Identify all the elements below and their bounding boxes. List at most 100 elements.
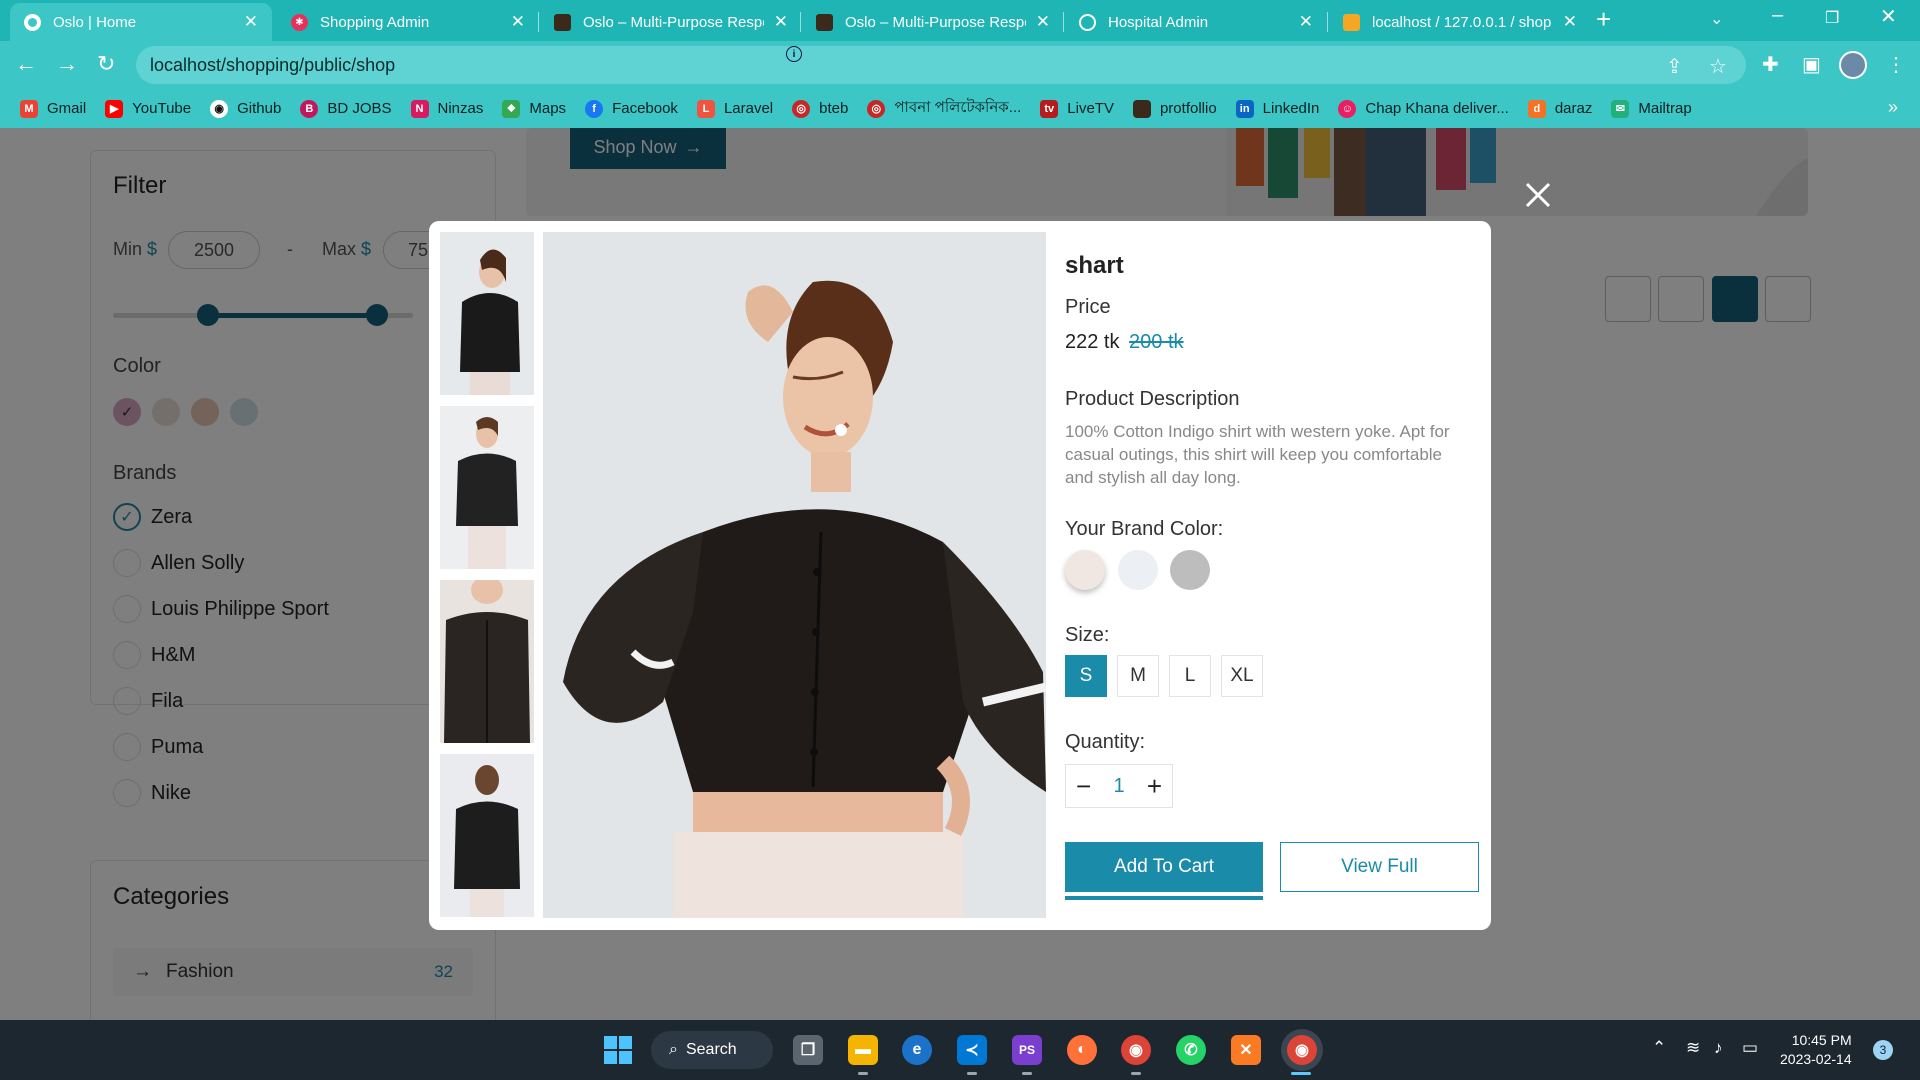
product-thumbnail-2[interactable] [440,406,534,569]
clock-time: 10:45 PM [1791,1032,1852,1048]
app-running-indicator [858,1072,868,1075]
bookmark-label: Chap Khana deliver... [1365,100,1509,117]
new-tab-plus-icon[interactable]: + [1596,4,1611,35]
quantity-value[interactable]: 1 [1113,775,1124,798]
size-option-s[interactable]: S [1065,655,1107,697]
close-icon[interactable] [1523,180,1553,210]
bookmark-gmail[interactable]: M Gmail [20,99,86,118]
youtube-icon: ▶ [105,99,124,118]
tab-hospital-admin[interactable]: Hospital Admin ✕ [1065,3,1327,41]
minimize-icon[interactable]: – [1772,4,1783,27]
profile-avatar[interactable] [1839,51,1867,79]
tab-phpmyadmin[interactable]: localhost / 127.0.0.1 / shop ✕ [1329,3,1591,41]
brand-color-blush[interactable] [1065,550,1105,590]
restore-icon[interactable]: ❐ [1825,8,1839,28]
size-option-m[interactable]: M [1117,655,1159,697]
notification-badge[interactable]: 3 [1873,1040,1893,1060]
edge-icon[interactable]: e [902,1035,932,1065]
oslo-favicon-icon [24,13,41,31]
whatsapp-icon[interactable]: ✆ [1176,1035,1206,1065]
extensions-puzzle-icon[interactable]: ✚ [1762,52,1779,77]
size-option-xl[interactable]: XL [1221,655,1263,697]
bookmark-protfollio[interactable]: protfollio [1132,99,1217,118]
view-full-button[interactable]: View Full [1280,842,1479,892]
size-option-l[interactable]: L [1169,655,1211,697]
window-close-icon[interactable]: ✕ [1880,4,1897,29]
bookmark-youtube[interactable]: ▶ YouTube [105,99,191,118]
product-main-image[interactable] [543,232,1046,918]
bookmark-livetv[interactable]: tv LiveTV [1040,99,1114,118]
system-clock[interactable]: 10:45 PM 2023-02-14 [1780,1031,1852,1069]
linkedin-icon: in [1235,99,1254,118]
back-arrow-icon[interactable]: ← [15,51,37,77]
vscode-icon[interactable]: ≺ [957,1035,987,1065]
tab-search-chevron-icon[interactable]: ⌄ [1710,9,1723,29]
bookmark-chap-khana[interactable]: ☺ Chap Khana deliver... [1338,99,1509,118]
tab-close-icon[interactable]: ✕ [1299,12,1313,32]
old-price: 200 tk [1129,331,1184,353]
minus-icon[interactable]: − [1076,771,1091,802]
plus-icon[interactable]: + [1147,771,1162,802]
chrome-profile-icon[interactable]: ◉ [1287,1035,1317,1065]
livetv-icon: tv [1040,99,1059,118]
bookmark-label: Laravel [723,100,774,117]
tab-oslo-multipurpose-2[interactable]: Oslo – Multi-Purpose Respo ✕ [802,3,1064,41]
bookmark-star-icon[interactable]: ☆ [1709,54,1727,79]
product-thumbnail-3[interactable] [440,580,534,743]
tab-shopping-admin[interactable]: ✱ Shopping Admin ✕ [277,3,539,41]
product-thumbnail-1[interactable] [440,232,534,395]
bookmark-maps[interactable]: ⬥ Maps [502,99,566,118]
bookmarks-overflow-icon[interactable]: » [1888,97,1898,118]
forward-arrow-icon[interactable]: → [56,51,78,77]
task-view-icon[interactable]: ❐ [793,1035,823,1065]
bookmark-laravel[interactable]: L Laravel [696,99,774,118]
volume-icon[interactable]: ♪ [1714,1038,1723,1058]
bookmark-bteb[interactable]: ◎ bteb [792,99,849,118]
bookmark-bdjobs[interactable]: B BD JOBS [300,99,392,118]
bookmarks-bar: M Gmail ▶ YouTube ◉ Github B BD JOBS N Ninzas… [0,89,1920,128]
wifi-icon[interactable]: ≋ [1686,1038,1700,1058]
bookmark-ninzas[interactable]: N Ninzas [410,99,483,118]
tab-close-icon[interactable]: ✕ [774,12,788,32]
product-thumbnail-4[interactable] [440,754,534,917]
tab-close-icon[interactable]: ✕ [1036,12,1050,32]
bookmark-label: Github [237,100,282,117]
tab-close-icon[interactable]: ✕ [511,12,525,32]
brand-color-light-gray[interactable] [1118,550,1158,590]
site-info-icon[interactable]: i [786,46,802,62]
taskbar-search[interactable]: ⌕ Search [651,1031,773,1069]
phpstorm-icon[interactable]: PS [1012,1035,1042,1065]
add-to-cart-button[interactable]: Add To Cart [1065,842,1263,892]
bookmark-label: bteb [819,100,849,117]
tab-close-icon[interactable]: ✕ [244,12,258,32]
quantity-stepper: − 1 + [1065,764,1173,808]
windows-start-icon[interactable] [603,1035,633,1065]
bookmark-github[interactable]: ◉ Github [210,99,282,118]
model-in-sheer-black-shirt-illustration [543,232,1046,918]
bookmark-facebook[interactable]: f Facebook [585,99,678,118]
tab-oslo-multipurpose-1[interactable]: Oslo – Multi-Purpose Respo ✕ [540,3,802,41]
chrome-icon[interactable]: ◉ [1121,1035,1151,1065]
add-to-cart-underline [1065,896,1263,900]
url-text[interactable]: localhost/shopping/public/shop [150,55,395,76]
bookmark-linkedin[interactable]: in LinkedIn [1235,99,1319,118]
reload-icon[interactable]: ↻ [97,51,115,77]
file-explorer-icon[interactable]: ▬ [848,1035,878,1065]
address-bar[interactable]: i localhost/shopping/public/shop ⇪ ☆ [136,46,1746,84]
battery-icon[interactable]: ▭ [1742,1038,1758,1058]
bookmark-mailtrap[interactable]: ✉ Mailtrap [1611,99,1692,118]
tab-close-icon[interactable]: ✕ [1563,12,1577,32]
tab-oslo-home[interactable]: Oslo | Home ✕ [10,3,272,41]
menu-kebab-icon[interactable]: ⋮ [1886,52,1906,77]
side-panel-icon[interactable]: ▣ [1802,52,1821,77]
xampp-icon[interactable]: ✕ [1231,1035,1261,1065]
price-row: 222 tk 200 tk [1065,331,1184,354]
search-icon: ⌕ [669,1041,678,1058]
tray-chevron-up-icon[interactable]: ⌃ [1652,1038,1666,1058]
bookmark-pabna-poly[interactable]: ◎ পাবনা পলিটেকনিক... [867,96,1021,121]
firefox-icon[interactable]: ◐ [1067,1035,1097,1065]
bookmark-daraz[interactable]: d daraz [1527,99,1592,118]
quick-view-modal: shart Price 222 tk 200 tk Product Descri… [429,221,1491,930]
share-icon[interactable]: ⇪ [1666,54,1683,79]
brand-color-gray[interactable] [1170,550,1210,590]
